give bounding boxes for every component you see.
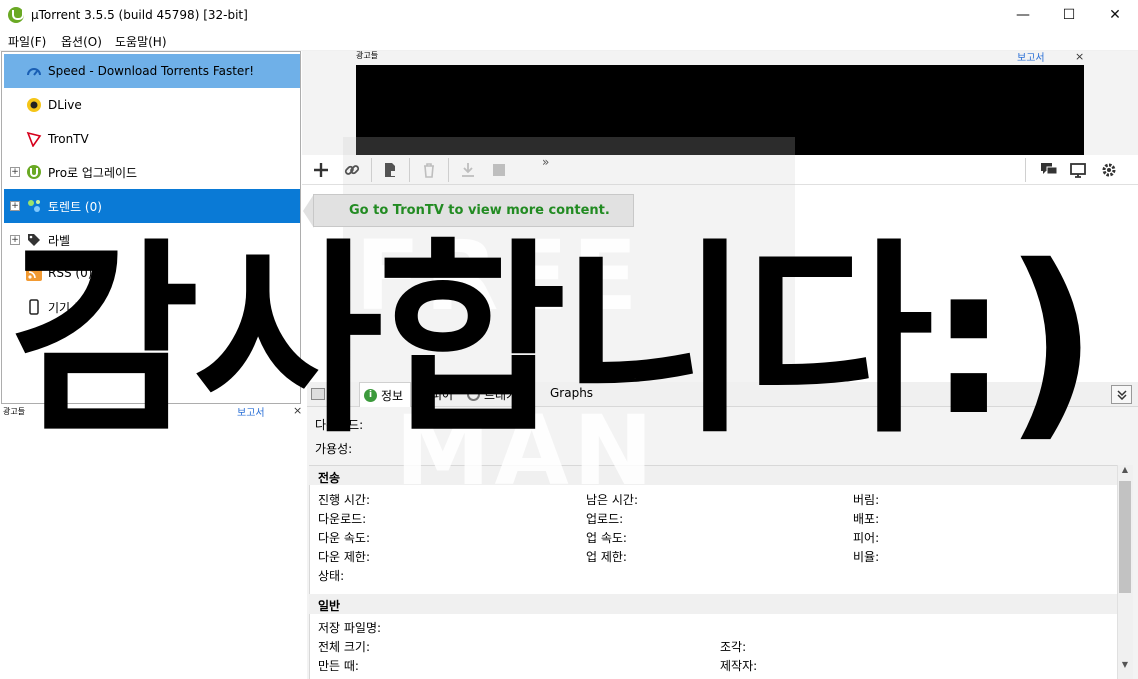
sidebar-item-trontv[interactable]: TronTV	[4, 122, 300, 156]
ad-report-link[interactable]: 보고서	[1017, 49, 1045, 64]
sidebar-item-label: Speed - Download Torrents Faster!	[48, 64, 255, 78]
ratio-label: 비율:	[853, 550, 880, 564]
monitor-icon	[1070, 163, 1086, 178]
status-label: 상태:	[318, 569, 345, 583]
plus-icon	[314, 163, 328, 177]
chat-button[interactable]	[1037, 159, 1061, 181]
add-torrent-button[interactable]	[309, 159, 333, 181]
settings-button[interactable]	[1097, 159, 1121, 181]
sidebar-item-label: Pro로 업그레이드	[48, 165, 138, 180]
ad-close-button[interactable]: ×	[1075, 50, 1084, 63]
download-label: 다운로드:	[318, 512, 367, 526]
save-as-label: 저장 파일명:	[318, 621, 382, 635]
torrent-icon	[26, 198, 42, 214]
sidebar-item-dlive[interactable]: DLive	[4, 88, 300, 122]
minimize-button[interactable]: —	[1000, 0, 1046, 30]
toolbar-separator	[1025, 158, 1026, 182]
up-speed-label: 업 속도:	[586, 531, 627, 545]
elapsed-label: 진행 시간:	[318, 493, 371, 507]
window-title: µTorrent 3.5.5 (build 45798) [32-bit]	[31, 8, 248, 22]
sidebar-item-label: DLive	[48, 98, 82, 112]
total-size-label: 전체 크기:	[318, 640, 371, 654]
sidebar-item-pro[interactable]: + Pro로 업그레이드	[4, 155, 300, 189]
general-heading: 일반	[318, 599, 341, 613]
down-speed-label: 다운 속도:	[318, 531, 371, 545]
wasted-label: 버림:	[853, 493, 880, 507]
remote-button[interactable]	[1066, 159, 1090, 181]
down-limit-label: 다운 제한:	[318, 550, 371, 564]
menu-file[interactable]: 파일(F)	[8, 33, 46, 50]
detail-content	[309, 485, 1117, 679]
chat-icon	[1041, 163, 1058, 175]
dlive-icon	[26, 97, 42, 113]
sidebar-item-speed[interactable]: Speed - Download Torrents Faster!	[4, 54, 300, 88]
utorrent-pro-icon	[26, 164, 42, 180]
promo-text[interactable]: Go to TronTV to view more content.	[349, 203, 610, 218]
expand-icon[interactable]: +	[10, 201, 20, 211]
scroll-thumb[interactable]	[1119, 481, 1131, 593]
chevron-double-down-icon	[1116, 389, 1127, 400]
gear-icon	[1102, 163, 1116, 177]
maximize-button[interactable]: ☐	[1046, 0, 1092, 30]
close-button[interactable]: ✕	[1092, 0, 1138, 30]
utorrent-logo-icon	[8, 7, 24, 23]
expand-icon[interactable]: +	[10, 167, 20, 177]
transfer-heading: 전송	[318, 471, 341, 485]
title-bar: µTorrent 3.5.5 (build 45798) [32-bit] — …	[0, 0, 1138, 30]
sidebar-item-label: 토렌트 (0)	[48, 199, 102, 214]
sidebar-item-label: TronTV	[48, 132, 89, 146]
peers-label: 피어:	[853, 531, 880, 545]
menu-help[interactable]: 도움말(H)	[115, 33, 167, 50]
up-limit-label: 업 제한:	[586, 550, 627, 564]
seeds-label: 배포:	[853, 512, 880, 526]
ad-label: 광고들	[356, 51, 379, 60]
general-section-header: 일반	[309, 594, 1117, 614]
created-on-label: 만든 때:	[318, 659, 359, 673]
tron-icon	[26, 131, 42, 147]
pieces-label: 조각:	[720, 640, 747, 654]
speed-gauge-icon	[26, 63, 42, 79]
created-by-label: 제작자:	[720, 659, 758, 673]
menu-bar: 파일(F) 옵션(O) 도움말(H)	[0, 30, 1138, 51]
overlay-caption: 감사합니다:)	[10, 221, 1098, 461]
scroll-up-icon[interactable]: ▲	[1117, 465, 1133, 481]
sidebar-item-torrents[interactable]: + 토렌트 (0)	[4, 189, 300, 223]
scroll-down-icon[interactable]: ▼	[1117, 660, 1133, 676]
menu-options[interactable]: 옵션(O)	[61, 33, 102, 50]
collapse-panel-button[interactable]	[1111, 385, 1132, 404]
upload-label: 업로드:	[586, 512, 624, 526]
